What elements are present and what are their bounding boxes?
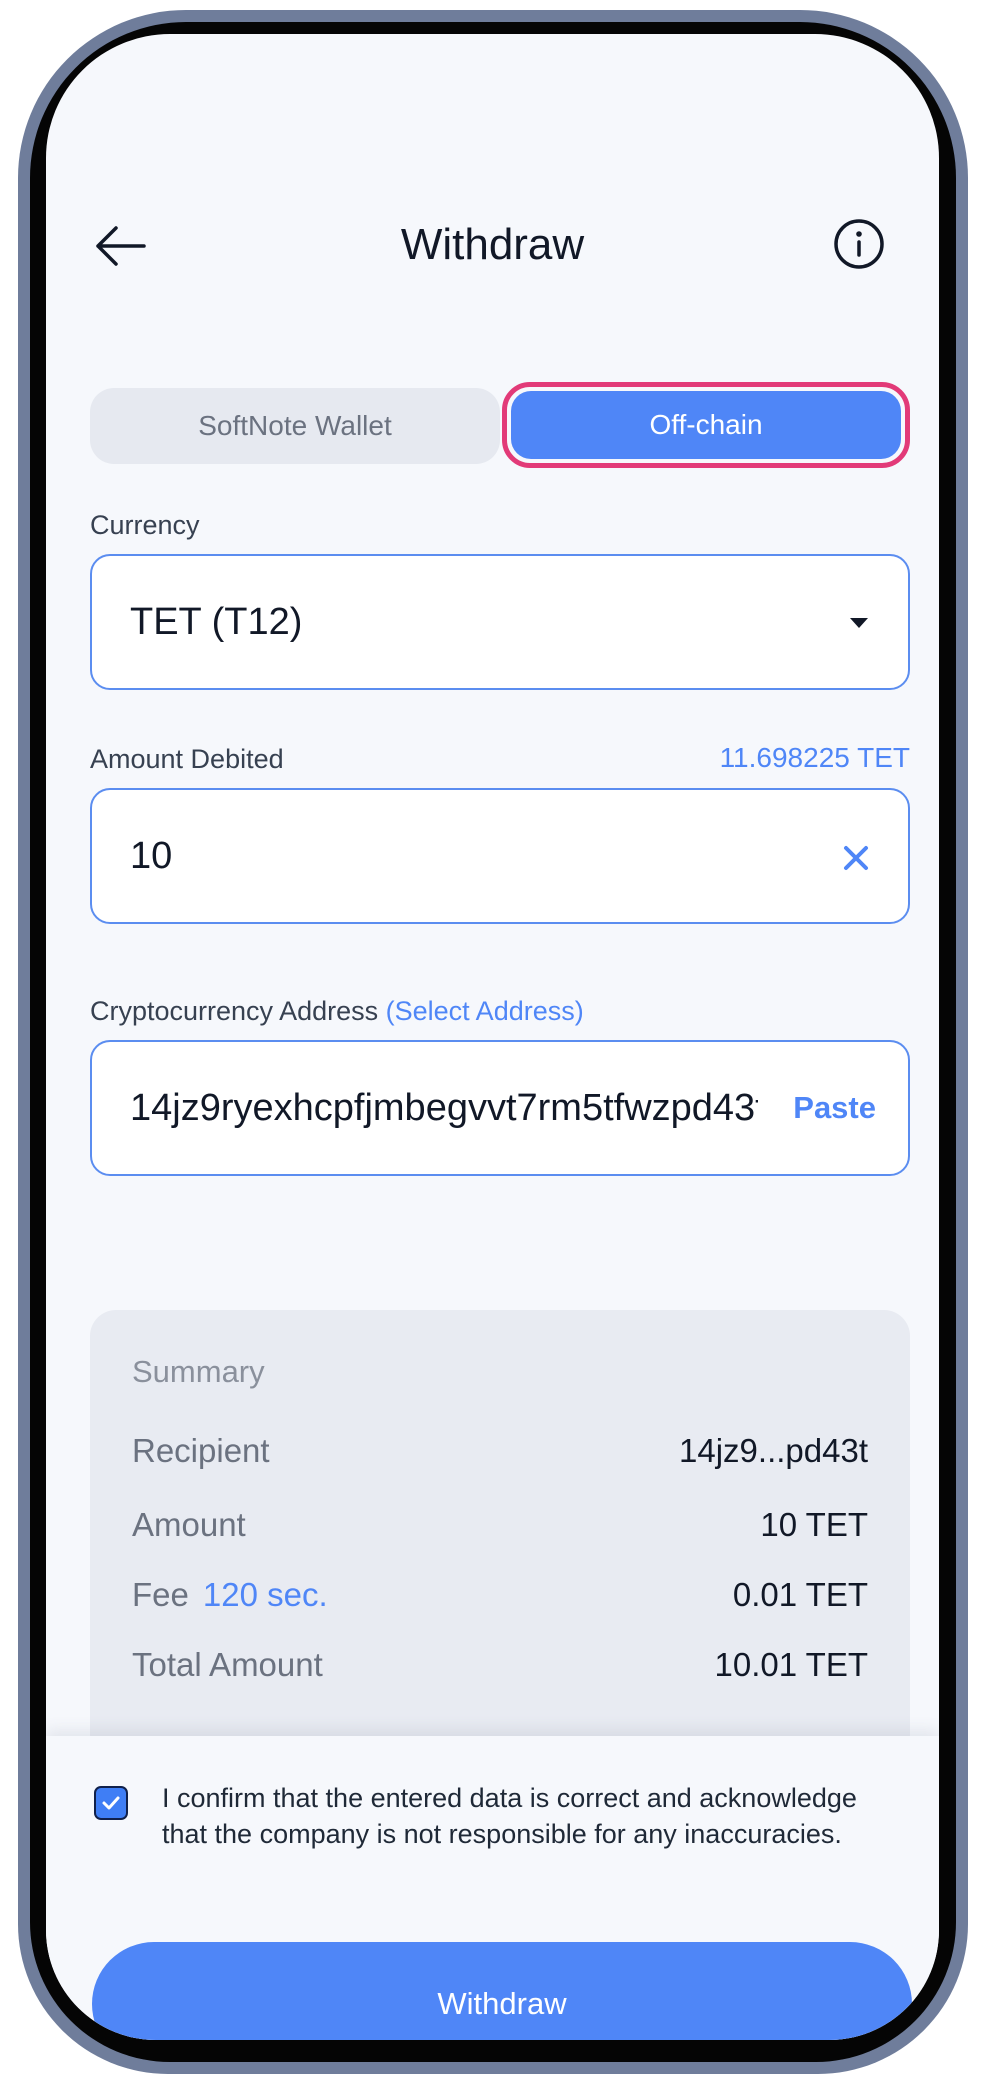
tab-softnote-wallet[interactable]: SoftNote Wallet xyxy=(90,388,500,464)
currency-select[interactable]: TET (T12) xyxy=(90,554,910,690)
confirm-checkbox[interactable] xyxy=(94,1786,128,1820)
wallet-type-switch: SoftNote Wallet Off-chain xyxy=(90,382,910,468)
recipient-label: Recipient xyxy=(132,1432,270,1469)
select-address-link[interactable]: (Select Address) xyxy=(386,996,584,1026)
amount-label: Amount Debited xyxy=(90,744,284,774)
fee-timer: 120 sec. xyxy=(202,1576,328,1613)
page-title: Withdraw xyxy=(400,220,585,269)
available-balance[interactable]: 11.698225 TET xyxy=(720,742,910,774)
amount-summary-value: 10 TET xyxy=(760,1506,868,1543)
summary-row-amount: Amount 10 TET xyxy=(132,1506,868,1550)
amount-input[interactable]: 10 xyxy=(90,788,910,924)
app-screen: Withdraw SoftNote Wallet Off-chain Curre… xyxy=(46,34,939,2040)
total-value: 10.01 TET xyxy=(714,1646,868,1683)
caret-down-icon xyxy=(850,618,868,628)
address-label: Cryptocurrency Address (Select Address) xyxy=(90,996,584,1027)
amount-value: 10 xyxy=(130,834,173,877)
header: Withdraw xyxy=(46,204,939,284)
summary-row-recipient: Recipient 14jz9...pd43t xyxy=(132,1432,868,1476)
summary-card: Summary Recipient 14jz9...pd43t Amount 1… xyxy=(90,1310,910,1760)
amount-summary-label: Amount xyxy=(132,1506,246,1543)
recipient-value: 14jz9...pd43t xyxy=(679,1432,868,1469)
confirm-text[interactable]: I confirm that the entered data is corre… xyxy=(162,1780,882,1852)
paste-button[interactable]: Paste xyxy=(793,1042,876,1174)
fee-label: Fee xyxy=(132,1576,189,1613)
summary-row-total: Total Amount 10.01 TET xyxy=(132,1646,868,1690)
withdraw-button[interactable]: Withdraw xyxy=(92,1942,912,2040)
total-label: Total Amount xyxy=(132,1646,323,1683)
address-value: 14jz9ryexhcpfjmbegvvt7rm5tfwzpd43t xyxy=(130,1086,758,1129)
currency-label: Currency xyxy=(90,510,200,540)
address-input[interactable]: 14jz9ryexhcpfjmbegvvt7rm5tfwzpd43t Paste xyxy=(90,1040,910,1176)
check-icon xyxy=(102,1796,120,1810)
bottom-panel: I confirm that the entered data is corre… xyxy=(46,1736,939,2040)
summary-title: Summary xyxy=(132,1354,265,1389)
fee-label-group: Fee 120 sec. xyxy=(132,1576,328,1614)
close-icon[interactable] xyxy=(836,838,876,878)
summary-row-fee: Fee 120 sec. 0.01 TET xyxy=(132,1576,868,1620)
tab-off-chain[interactable]: Off-chain xyxy=(502,382,910,468)
fee-value: 0.01 TET xyxy=(732,1576,868,1613)
address-label-text: Cryptocurrency Address xyxy=(90,996,379,1026)
currency-value: TET (T12) xyxy=(130,600,303,643)
tab-off-chain-label: Off-chain xyxy=(511,391,901,459)
info-circle-icon[interactable] xyxy=(831,216,887,272)
